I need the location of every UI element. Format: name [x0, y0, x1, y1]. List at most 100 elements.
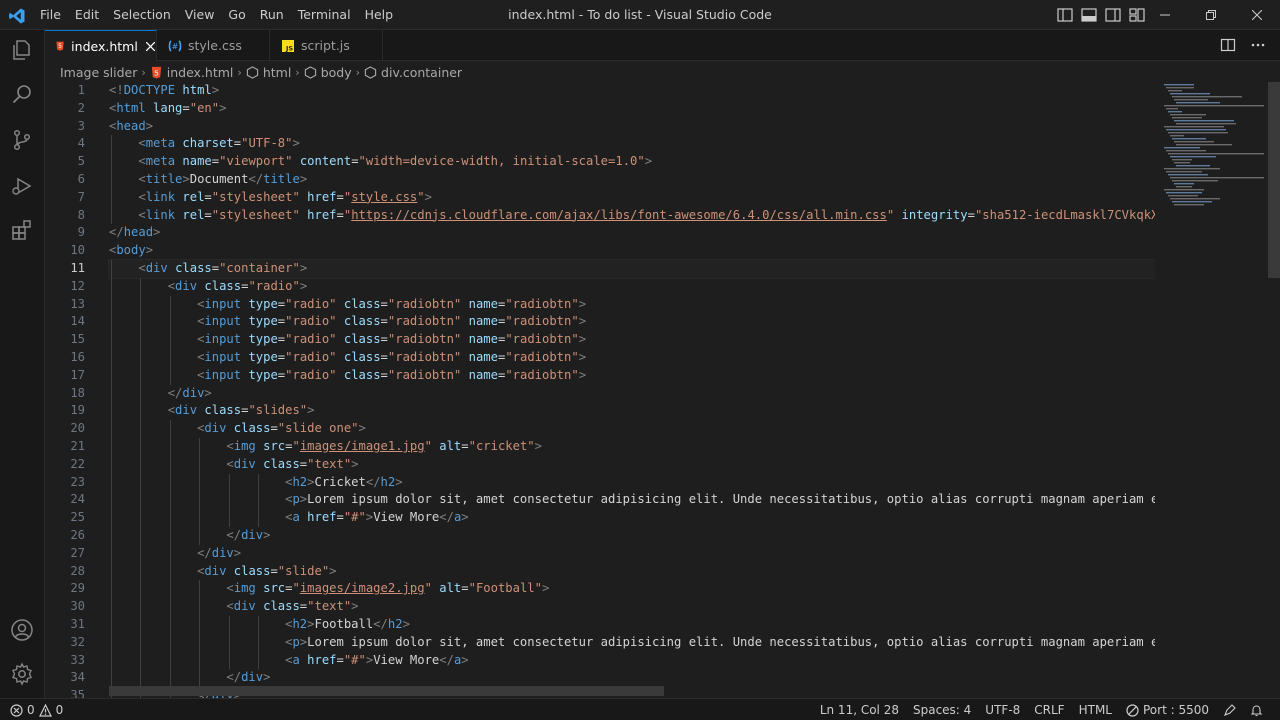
tab-index-html[interactable]: 5 index.html [45, 30, 157, 61]
breadcrumb-folder[interactable]: Image slider [60, 65, 137, 80]
horizontal-scrollbar[interactable] [109, 686, 664, 696]
encoding[interactable]: UTF-8 [978, 703, 1027, 717]
indent-guide [169, 491, 171, 510]
minimap-preview [1164, 84, 1264, 206]
toggle-secondary-sidebar-icon[interactable] [1104, 6, 1122, 24]
code-line[interactable]: <div class="radio"> [109, 277, 1155, 296]
minimize-button[interactable] [1142, 0, 1188, 30]
toggle-primary-sidebar-icon[interactable] [1056, 6, 1074, 24]
live-server-port[interactable]: Port : 5500 [1119, 703, 1216, 717]
breadcrumb-body[interactable]: body [304, 65, 352, 80]
line-number: 7 [77, 189, 85, 204]
code-line[interactable]: <div class="text"> [109, 455, 1155, 474]
tab-style-css[interactable]: # style.css [158, 30, 270, 61]
error-icon [10, 703, 23, 717]
explorer-icon[interactable] [10, 38, 34, 62]
vertical-scrollbar[interactable] [1268, 82, 1280, 698]
code-line[interactable]: <link rel="stylesheet" href="style.css"> [109, 188, 1155, 207]
code-line[interactable]: <div class="slide one"> [109, 420, 1155, 438]
indent-guide [258, 633, 259, 652]
code-line[interactable]: <meta charset="UTF-8"> [109, 135, 1155, 154]
code-line[interactable]: <p>Lorem ipsum dolor sit, amet consectet… [109, 491, 1155, 510]
minimap[interactable] [1158, 82, 1268, 698]
settings-gear-icon[interactable] [10, 662, 34, 686]
cursor-position[interactable]: Ln 11, Col 28 [813, 703, 906, 717]
toggle-panel-icon[interactable] [1080, 6, 1098, 24]
scrollbar-thumb[interactable] [1268, 82, 1280, 278]
notifications-button[interactable] [1243, 704, 1270, 717]
search-icon[interactable] [10, 82, 34, 106]
code-line[interactable]: <input type="radio" class="radiobtn" nam… [109, 313, 1155, 332]
code-line[interactable]: <input type="radio" class="radiobtn" nam… [109, 348, 1155, 367]
code-line[interactable]: </div> [109, 384, 1155, 403]
feedback-icon [1224, 703, 1236, 716]
code-line[interactable]: <div class="slides"> [109, 402, 1155, 421]
close-window-button[interactable] [1234, 0, 1280, 30]
indent-guide [169, 598, 171, 616]
breadcrumb-file[interactable]: 5 index.html [150, 65, 233, 80]
code-line[interactable]: <!DOCTYPE html> [109, 82, 1155, 100]
source-control-icon[interactable] [10, 128, 34, 152]
menu-view[interactable]: View [178, 0, 222, 30]
code-editor[interactable]: 1 2 3 4 5 6 7 8 9 10 11 12 13 14 15 16 17 18 19 20 21 22 23 24 2… [45, 82, 1155, 698]
activity-bar [0, 30, 45, 698]
feedback-button[interactable] [1216, 703, 1243, 717]
account-icon[interactable] [10, 618, 34, 642]
problems-indicator[interactable]: 0 0 [10, 699, 63, 720]
code-line[interactable]: <head> [109, 118, 1155, 136]
restore-button[interactable] [1188, 0, 1234, 30]
indent-guide [169, 313, 171, 332]
close-tab-button[interactable] [146, 39, 156, 53]
run-debug-icon[interactable] [10, 174, 34, 198]
tab-script-js[interactable]: JS script.js [271, 30, 383, 61]
code-line[interactable]: </div> [109, 544, 1155, 563]
code-line[interactable]: <img src="images/image1.jpg" alt="cricke… [109, 437, 1155, 456]
line-number: 26 [70, 527, 85, 542]
language-mode[interactable]: HTML [1072, 703, 1119, 717]
indent-guide [169, 633, 171, 652]
code-line[interactable]: <body> [109, 242, 1155, 260]
menu-selection[interactable]: Selection [106, 0, 178, 30]
minimap-line [1176, 144, 1232, 146]
code-line[interactable]: <html lang="en"> [109, 100, 1155, 118]
code-line[interactable]: <input type="radio" class="radiobtn" nam… [109, 366, 1155, 385]
indent-guide [199, 437, 201, 456]
menu-terminal[interactable]: Terminal [291, 0, 358, 30]
breadcrumb-div-container[interactable]: div.container [364, 65, 462, 80]
split-editor-icon[interactable] [1220, 37, 1236, 53]
minimap-line [1166, 108, 1178, 110]
code-line[interactable]: <div class="container"> [108, 258, 1155, 279]
code-line[interactable]: <input type="radio" class="radiobtn" nam… [109, 295, 1155, 314]
code-line[interactable]: </div> [109, 669, 1155, 688]
code-line[interactable]: <div class="text"> [109, 598, 1155, 616]
menu-go[interactable]: Go [221, 0, 252, 30]
code-line[interactable]: <a href="#">View More</a> [109, 651, 1155, 670]
more-actions-icon[interactable] [1250, 37, 1266, 53]
indentation[interactable]: Spaces: 4 [906, 703, 978, 717]
code-line[interactable]: <title>Document</title> [109, 170, 1155, 189]
code-line[interactable]: <h2>Cricket</h2> [109, 473, 1155, 492]
code-line[interactable]: <link rel="stylesheet" href="https://cdn… [109, 206, 1155, 225]
code-line[interactable]: <a href="#">View More</a> [109, 509, 1155, 527]
close-icon [146, 41, 156, 51]
indent-guide [140, 562, 142, 581]
code-line[interactable]: <meta name="viewport" content="width=dev… [109, 153, 1155, 171]
line-number: 15 [70, 332, 85, 347]
menu-edit[interactable]: Edit [68, 0, 106, 30]
code-line[interactable]: </head> [109, 224, 1155, 242]
code-line[interactable]: <p>Lorem ipsum dolor sit, amet consectet… [109, 633, 1155, 652]
minimap-line [1174, 204, 1204, 206]
menu-run[interactable]: Run [253, 0, 291, 30]
code-line[interactable]: <img src="images/image2.jpg" alt="Footba… [109, 580, 1155, 599]
code-line[interactable]: <h2>Football</h2> [109, 615, 1155, 634]
code-lines[interactable]: <!DOCTYPE html> <html lang="en"> <head> <m… [108, 82, 1155, 698]
code-line[interactable]: <input type="radio" class="radiobtn" nam… [109, 331, 1155, 349]
end-of-line[interactable]: CRLF [1027, 703, 1071, 717]
breadcrumb-html[interactable]: html [246, 65, 291, 80]
menu-help[interactable]: Help [358, 0, 401, 30]
code-line[interactable]: <div class="slide"> [109, 562, 1155, 581]
menu-file[interactable]: File [33, 0, 68, 30]
extensions-icon[interactable] [10, 218, 34, 242]
indent-guide [169, 473, 171, 492]
code-line[interactable]: </div> [109, 526, 1155, 545]
